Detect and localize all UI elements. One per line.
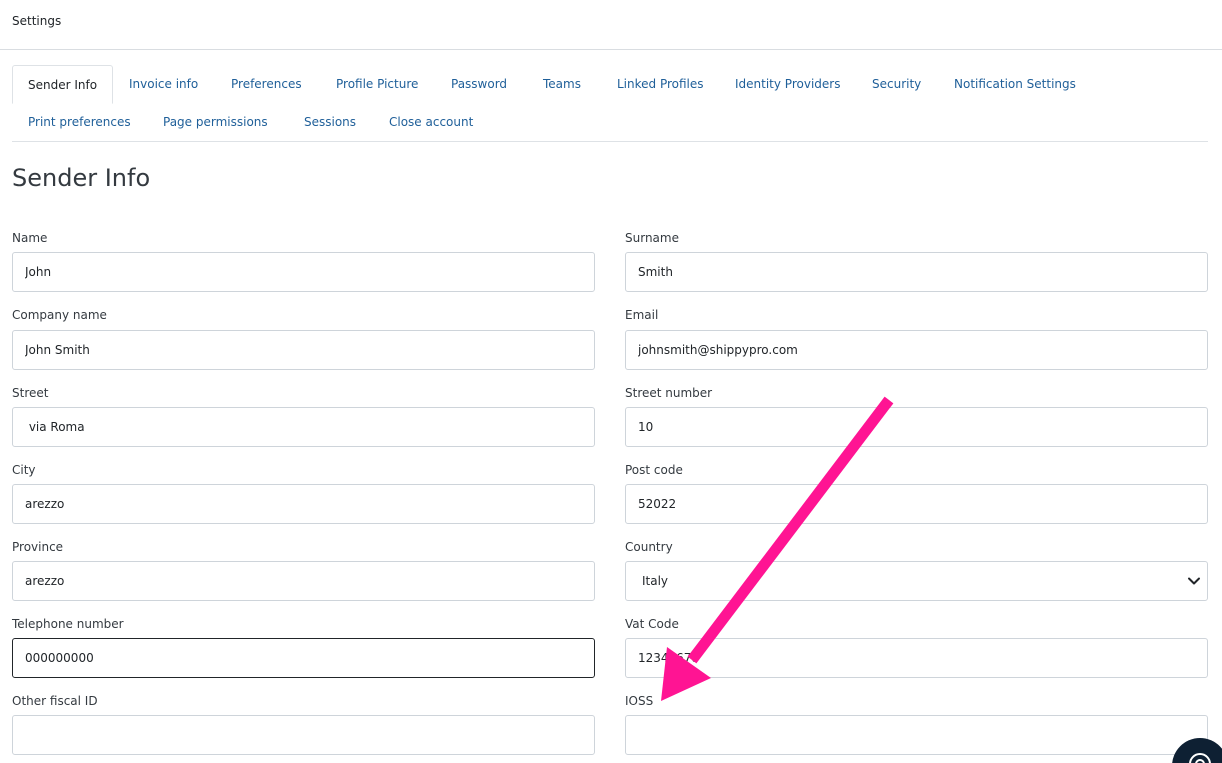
post-code-label: Post code	[625, 463, 683, 477]
tab-sender-info[interactable]: Sender Info	[12, 65, 114, 104]
name-label: Name	[12, 231, 48, 245]
province-field[interactable]	[12, 561, 595, 601]
telephone-field[interactable]	[12, 638, 595, 678]
other-fiscal-id-field[interactable]	[12, 715, 595, 755]
tab-password[interactable]: Password	[451, 65, 507, 103]
chevron-down-icon	[1188, 577, 1200, 585]
tab-linked-profiles[interactable]: Linked Profiles	[617, 65, 704, 103]
tab-security[interactable]: Security	[872, 65, 921, 103]
settings-tabs: Sender Info Invoice info Preferences Pro…	[12, 65, 1208, 142]
country-select[interactable]: Italy	[625, 561, 1208, 601]
country-selected-value: Italy	[642, 574, 669, 588]
street-label: Street	[12, 386, 49, 400]
tab-print-preferences[interactable]: Print preferences	[28, 103, 131, 141]
street-number-label: Street number	[625, 386, 713, 400]
company-name-label: Company name	[12, 308, 107, 322]
city-label: City	[12, 463, 36, 477]
vat-code-field[interactable]	[625, 638, 1208, 678]
tab-profile-picture[interactable]: Profile Picture	[336, 65, 418, 103]
vat-code-label: Vat Code	[625, 617, 679, 631]
name-field[interactable]	[12, 252, 595, 292]
tab-page-permissions[interactable]: Page permissions	[163, 103, 268, 141]
tab-identity-providers[interactable]: Identity Providers	[735, 65, 840, 103]
surname-label: Surname	[625, 231, 679, 245]
tab-teams[interactable]: Teams	[543, 65, 581, 103]
province-label: Province	[12, 540, 64, 554]
top-bar: Settings	[0, 0, 1222, 50]
city-field[interactable]	[12, 484, 595, 524]
email-field[interactable]	[625, 330, 1208, 370]
other-fiscal-id-label: Other fiscal ID	[12, 694, 98, 708]
company-name-field[interactable]	[12, 330, 595, 370]
street-number-field[interactable]	[625, 407, 1208, 447]
page-header-title: Settings	[12, 14, 62, 28]
email-label: Email	[625, 308, 659, 322]
page-title: Sender Info	[12, 164, 151, 192]
telephone-label: Telephone number	[12, 617, 124, 631]
help-chat-icon	[1189, 753, 1211, 763]
street-field[interactable]	[12, 407, 595, 447]
tab-close-account[interactable]: Close account	[389, 103, 473, 141]
tab-notification-settings[interactable]: Notification Settings	[954, 65, 1076, 103]
ioss-label: IOSS	[625, 694, 654, 708]
tab-invoice-info[interactable]: Invoice info	[129, 65, 198, 103]
ioss-field[interactable]	[625, 715, 1208, 755]
tab-sessions[interactable]: Sessions	[304, 103, 356, 141]
post-code-field[interactable]	[625, 484, 1208, 524]
country-label: Country	[625, 540, 673, 554]
tab-preferences[interactable]: Preferences	[231, 65, 302, 103]
surname-field[interactable]	[625, 252, 1208, 292]
